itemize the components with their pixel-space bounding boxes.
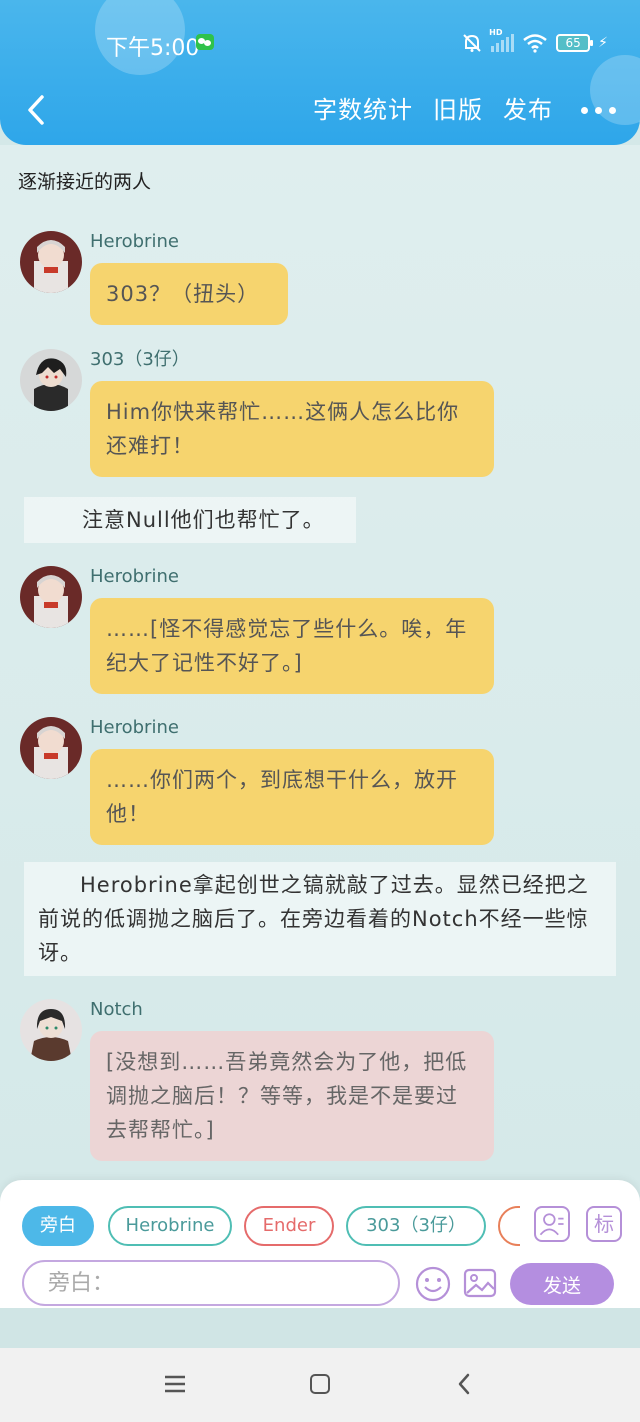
more-options-icon[interactable]	[581, 92, 616, 128]
message-bubble: [没想到……吾弟竟然会为了他，把低调抛之脑后！？等等，我是不是要过去帮帮忙。]	[90, 1031, 494, 1161]
bell-off-icon	[463, 34, 481, 52]
herobrine-avatar	[20, 566, 82, 628]
herobrine-avatar	[20, 231, 82, 293]
back-arrow-icon[interactable]	[22, 92, 52, 128]
role-chip-herobrine[interactable]: Herobrine	[108, 1206, 232, 1246]
battery-icon: 65	[556, 34, 594, 52]
role-selector[interactable]: 旁白 Herobrine Ender 303（3仔）	[22, 1206, 520, 1246]
role-chip-303[interactable]: 303（3仔）	[346, 1206, 486, 1246]
message-bubble: ……你们两个，到底想干什么，放开他！	[90, 749, 494, 845]
word-count-button[interactable]: 字数统计	[313, 92, 413, 128]
publish-button[interactable]: 发布	[503, 92, 553, 128]
message-item[interactable]: 303（3仔） Him你快来帮忙……这俩人怎么比你还难打！	[20, 349, 620, 479]
signal-icon: HD	[489, 28, 515, 52]
message-item[interactable]: Herobrine 303？（扭头）	[20, 231, 620, 331]
message-input[interactable]	[22, 1260, 400, 1306]
tag-icon[interactable]: 标	[586, 1206, 622, 1242]
role-manage-icon[interactable]	[534, 1206, 570, 1242]
sender-name: Herobrine	[90, 231, 179, 252]
send-button[interactable]: 发送	[510, 1263, 614, 1305]
303-avatar	[20, 349, 82, 411]
sender-name: Notch	[90, 999, 143, 1020]
status-time: 下午5:00	[106, 36, 200, 61]
role-chip-partial[interactable]	[498, 1206, 520, 1246]
message-bubble: ……[怪不得感觉忘了些什么。唉，年纪大了记性不好了。]	[90, 598, 494, 694]
chat-content[interactable]: 逐渐接近的两人 Herobrine 303？（扭头） 303（3仔） Him你快…	[0, 145, 640, 1180]
composer-panel: 旁白 Herobrine Ender 303（3仔） 标 发送	[0, 1180, 640, 1308]
sender-name: 303（3仔）	[90, 349, 190, 370]
message-item[interactable]: Notch [没想到……吾弟竟然会为了他，把低调抛之脑后！？等等，我是不是要过去…	[20, 999, 620, 1164]
sender-name: Herobrine	[90, 566, 179, 587]
hd-label: HD	[489, 28, 503, 37]
role-chip-ender[interactable]: Ender	[244, 1206, 334, 1246]
system-back-icon[interactable]	[456, 1372, 472, 1396]
role-chip-narrator[interactable]: 旁白	[22, 1206, 94, 1246]
notch-avatar	[20, 999, 82, 1061]
home-icon[interactable]	[310, 1374, 330, 1394]
app-header: 下午5:00 HD 65 ⚡ 字数统计 旧版 发布	[0, 0, 640, 145]
message-item[interactable]: Herobrine ……[怪不得感觉忘了些什么。唉，年纪大了记性不好了。]	[20, 566, 620, 696]
narration-block[interactable]: 注意Null他们也帮忙了。	[24, 497, 356, 543]
message-bubble: Him你快来帮忙……这俩人怎么比你还难打！	[90, 381, 494, 477]
old-version-button[interactable]: 旧版	[433, 92, 483, 128]
emoji-icon[interactable]	[414, 1265, 452, 1303]
status-bar: 下午5:00 HD 65 ⚡	[0, 0, 640, 80]
toolbar-actions: 字数统计 旧版 发布	[293, 92, 616, 128]
message-item[interactable]: Herobrine ……你们两个，到底想干什么，放开他！	[20, 717, 620, 847]
chapter-title: 逐渐接近的两人	[18, 171, 152, 193]
background-strip	[0, 1308, 640, 1348]
message-bubble: 303？（扭头）	[90, 263, 288, 325]
system-navigation-bar	[0, 1348, 640, 1422]
wifi-icon	[523, 34, 547, 53]
narration-block[interactable]: Herobrine拿起创世之镐就敲了过去。显然已经把之前说的低调抛之脑后了。在旁…	[24, 862, 616, 976]
image-icon[interactable]	[462, 1265, 498, 1301]
wechat-notification-icon	[196, 34, 214, 50]
herobrine-avatar	[20, 717, 82, 779]
charging-icon: ⚡	[598, 35, 608, 51]
recent-apps-icon[interactable]	[164, 1374, 186, 1394]
sender-name: Herobrine	[90, 717, 179, 738]
